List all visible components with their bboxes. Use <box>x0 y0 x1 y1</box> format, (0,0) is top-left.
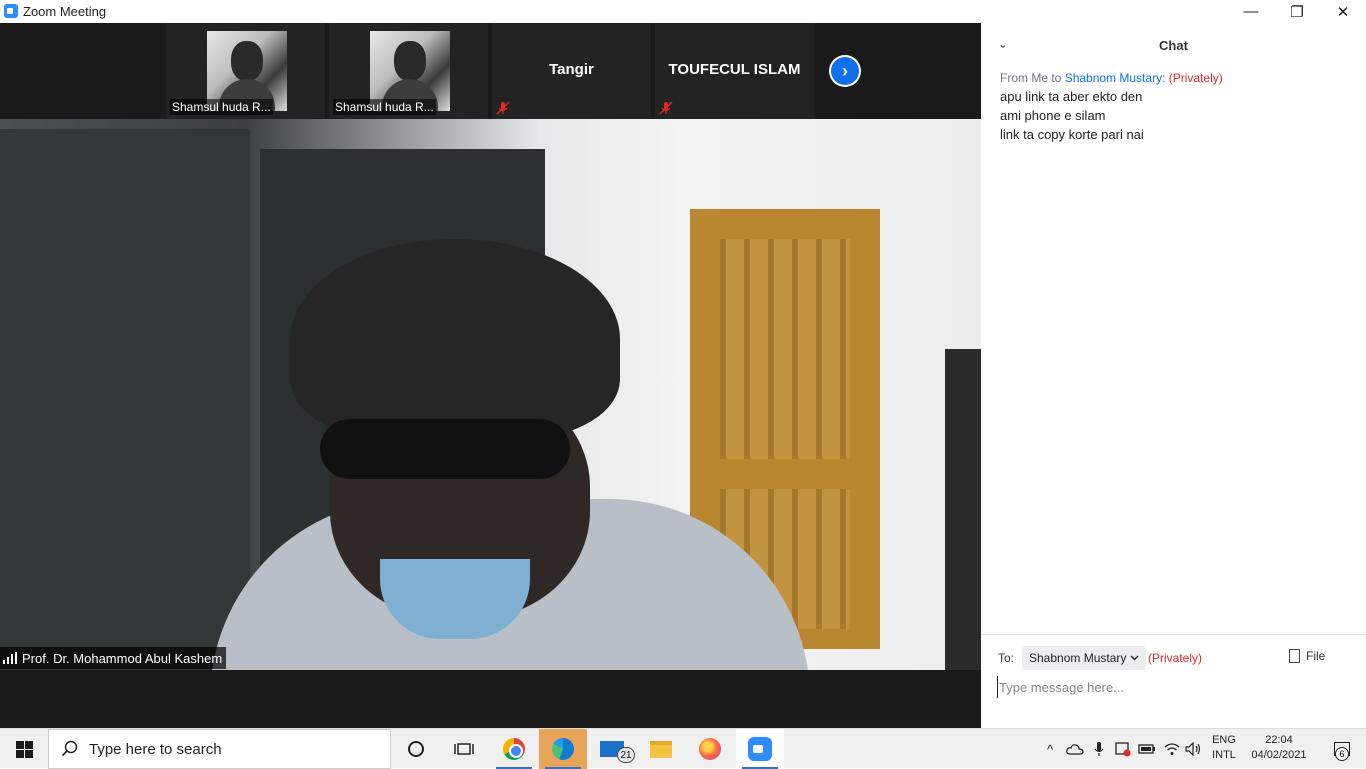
wifi-icon <box>1164 743 1180 755</box>
video-area: Shamsul huda R... Shamsul huda R... Tang… <box>0 23 981 728</box>
close-button[interactable]: ✕ <box>1320 0 1366 23</box>
participant-tile[interactable]: Shamsul huda R... <box>329 23 488 119</box>
participant-name: Shamsul huda R... <box>170 99 273 115</box>
gallery-strip: Shamsul huda R... Shamsul huda R... Tang… <box>0 23 981 119</box>
show-hidden-icons-button[interactable]: ^ <box>1040 729 1060 769</box>
zoom-app-icon <box>4 4 18 18</box>
chevron-up-icon: ^ <box>1046 741 1054 757</box>
microphone-icon <box>1094 742 1104 756</box>
recipient-select[interactable]: Shabnom Mustary <box>1022 646 1147 670</box>
clock-date: 04/02/2021 <box>1251 749 1307 761</box>
participant-tile[interactable]: Shamsul huda R... <box>166 23 325 119</box>
speaker-cap <box>290 239 620 439</box>
background-cabinet <box>0 129 250 670</box>
chat-message-line: ami phone e silam <box>1000 108 1106 123</box>
signal-bars-icon <box>3 652 17 664</box>
search-icon <box>61 740 78 757</box>
battery-button[interactable] <box>1136 729 1158 769</box>
chrome-taskbar-button[interactable] <box>490 729 538 769</box>
file-icon <box>1289 649 1300 663</box>
to-label: To: <box>998 651 1015 665</box>
file-explorer-button[interactable] <box>637 729 685 769</box>
keyboard-layout: INTL <box>1212 749 1236 761</box>
muted-mic-icon <box>496 101 510 115</box>
cortana-icon <box>408 741 424 757</box>
clock-button[interactable]: 22:04 04/02/2021 <box>1244 733 1314 763</box>
chat-header: ⌄ Chat <box>981 23 1366 67</box>
folder-icon <box>650 740 672 758</box>
message-from: From Me to <box>1000 71 1062 85</box>
message-privacy: (Privately) <box>1168 71 1223 85</box>
chat-title: Chat <box>1159 38 1188 53</box>
message-meta: From Me to Shabnom Mustary: (Privately) <box>1000 71 1223 85</box>
chevron-right-icon: › <box>831 57 859 85</box>
speaker-icon <box>1185 742 1201 756</box>
task-view-button[interactable] <box>440 729 488 769</box>
participant-tile[interactable]: Tangir <box>492 23 651 119</box>
notification-count-badge: 6 <box>1335 747 1349 761</box>
recipient-name: Shabnom Mustary <box>1029 651 1127 665</box>
background-wall <box>945 349 981 670</box>
restore-button[interactable]: ❐ <box>1274 0 1320 23</box>
firefox-taskbar-button[interactable] <box>686 729 734 769</box>
minimize-button[interactable]: — <box>1228 0 1274 23</box>
firefox-icon <box>699 738 721 760</box>
chevron-down-icon <box>1130 655 1139 661</box>
task-view-icon <box>454 743 474 755</box>
windows-logo-icon <box>15 740 33 758</box>
participant-tile[interactable]: TOUFECUL ISLAM <box>655 23 814 119</box>
edge-icon <box>552 738 574 760</box>
zoom-icon <box>748 737 772 761</box>
mail-badge: 21 <box>617 747 635 763</box>
wifi-button[interactable] <box>1161 729 1183 769</box>
taskbar: Type here to search 21 ^ ENG INTL 22:04 … <box>0 728 1366 769</box>
chat-divider <box>981 634 1366 635</box>
taskbar-search[interactable]: Type here to search <box>48 729 391 769</box>
speaker-glasses <box>320 419 570 479</box>
zoom-taskbar-button[interactable] <box>736 729 784 769</box>
title-bar: Zoom Meeting — ❐ ✕ <box>0 0 1366 23</box>
file-button[interactable]: File <box>1289 649 1325 663</box>
edge-taskbar-button[interactable] <box>539 729 587 769</box>
message-input[interactable] <box>997 676 1347 698</box>
participant-name: Tangir <box>549 61 594 78</box>
cortana-button[interactable] <box>392 729 440 769</box>
defender-alert-icon <box>1115 742 1131 757</box>
clock-time: 22:04 <box>1265 734 1293 746</box>
chat-message-line: link ta copy korte pari nai <box>1000 127 1144 142</box>
chat-panel: ⌄ Chat From Me to Shabnom Mustary: (Priv… <box>981 23 1366 728</box>
chat-message-line: apu link ta aber ekto den <box>1000 89 1143 104</box>
next-page-button[interactable]: › <box>829 55 861 87</box>
start-button[interactable] <box>0 729 48 769</box>
search-placeholder: Type here to search <box>89 740 222 758</box>
muted-mic-icon <box>659 101 673 115</box>
onedrive-button[interactable] <box>1064 729 1086 769</box>
privacy-label: (Privately) <box>1148 651 1203 665</box>
chrome-icon <box>503 738 525 760</box>
participant-name: Shamsul huda R... <box>333 99 436 115</box>
input-language-button[interactable]: ENG INTL <box>1205 733 1243 763</box>
battery-icon <box>1138 744 1155 754</box>
active-speaker-video[interactable]: Prof. Dr. Mohammod Abul Kashem <box>0 119 981 670</box>
message-recipient[interactable]: Shabnom Mustary: <box>1065 71 1166 85</box>
cloud-icon <box>1066 744 1084 755</box>
participant-name: TOUFECUL ISLAM <box>668 61 801 78</box>
file-label: File <box>1306 649 1326 663</box>
speaker-name: Prof. Dr. Mohammod Abul Kashem <box>22 650 223 666</box>
window-title: Zoom Meeting <box>23 4 107 19</box>
speaker-name-label: Prof. Dr. Mohammod Abul Kashem <box>0 647 227 669</box>
volume-button[interactable] <box>1183 729 1205 769</box>
security-button[interactable] <box>1112 729 1134 769</box>
microphone-button[interactable] <box>1089 729 1109 769</box>
language-code: ENG <box>1212 734 1236 746</box>
